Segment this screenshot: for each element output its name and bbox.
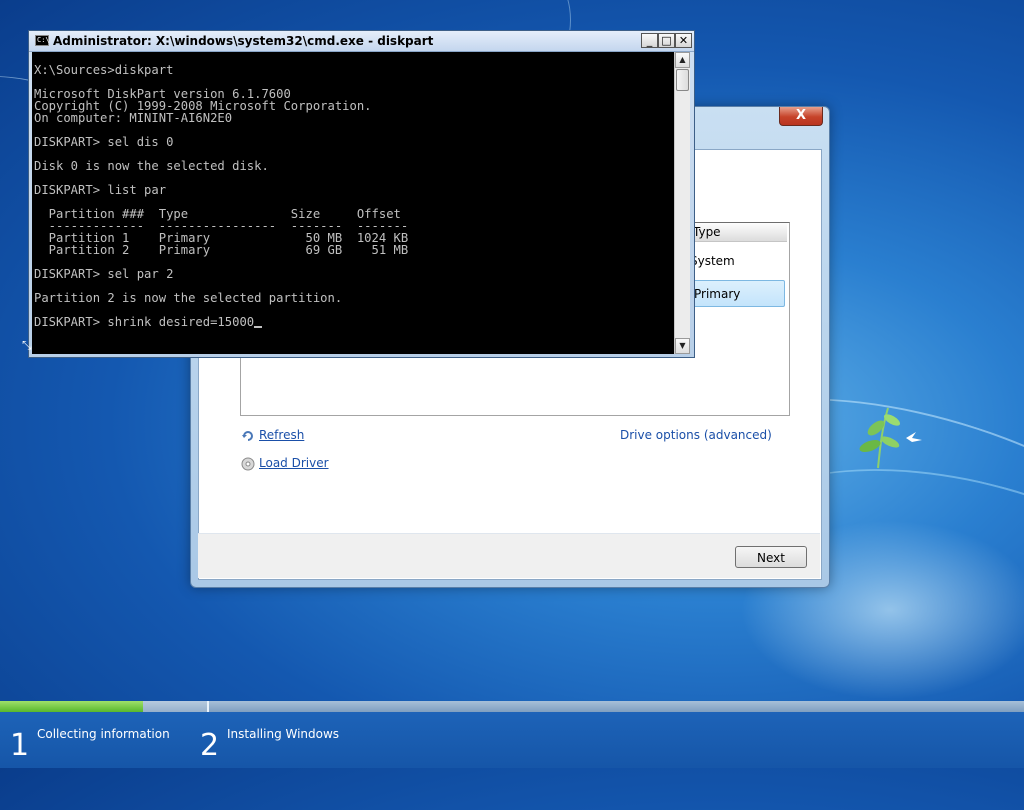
console-output[interactable]: X:\Sources>diskpart Microsoft DiskPart v… — [32, 52, 674, 354]
scrollbar-thumb[interactable] — [676, 69, 689, 91]
partition-row-system-type[interactable]: System — [690, 254, 735, 268]
load-driver-link[interactable]: Load Driver — [241, 456, 329, 471]
step-label: Collecting information — [37, 727, 170, 741]
scroll-up-icon[interactable]: ▲ — [675, 52, 690, 68]
resize-cursor-icon: ⤡ — [22, 338, 32, 352]
setup-progress-bar — [0, 701, 1024, 712]
step-number: 1 — [10, 728, 30, 763]
console-scrollbar[interactable]: ▲ ▼ — [674, 52, 690, 354]
step-label: Installing Windows — [227, 727, 340, 741]
leaf-bird-logo-icon — [859, 407, 922, 469]
disc-icon — [241, 457, 255, 470]
maximize-button[interactable]: □ — [658, 33, 675, 48]
refresh-label: Refresh — [259, 428, 305, 442]
cmd-app-icon: C:\ — [35, 35, 50, 46]
minimize-button[interactable]: _ — [641, 33, 658, 48]
refresh-link[interactable]: Refresh — [241, 428, 304, 443]
console-text: X:\Sources>diskpart Microsoft DiskPart v… — [34, 63, 409, 329]
drive-options-link[interactable]: Drive options (advanced) — [620, 428, 772, 442]
setup-close-button[interactable]: X — [779, 107, 823, 126]
setup-footer — [198, 534, 820, 578]
next-button[interactable]: Next — [735, 546, 807, 568]
console-cursor — [254, 326, 263, 328]
cmd-window-title: Administrator: X:\windows\system32\cmd.e… — [53, 34, 434, 48]
cmd-titlebar[interactable]: C:\ Administrator: X:\windows\system32\c… — [29, 31, 694, 52]
refresh-icon — [242, 430, 253, 441]
progress-divider — [207, 701, 209, 712]
progress-fill — [0, 701, 144, 712]
scroll-down-icon[interactable]: ▼ — [675, 338, 690, 354]
partition-row-selected[interactable]: Primary — [690, 280, 785, 307]
cmd-window: C:\ Administrator: X:\windows\system32\c… — [28, 30, 695, 358]
close-button[interactable]: ✕ — [675, 33, 692, 48]
column-header-type[interactable]: Type — [690, 223, 787, 242]
step-number: 2 — [200, 728, 220, 763]
load-driver-label: Load Driver — [259, 456, 329, 470]
